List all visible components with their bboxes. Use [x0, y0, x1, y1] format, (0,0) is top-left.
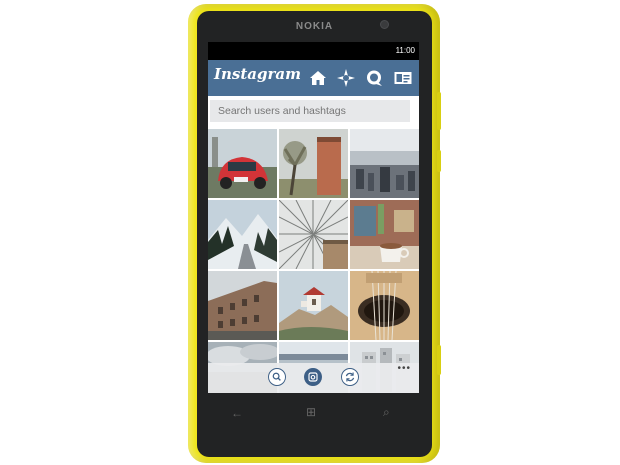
app-bar: ••• [208, 363, 419, 393]
camera-icon[interactable] [304, 368, 322, 386]
camera-shutter-button [437, 345, 441, 375]
photo-tile-old-building[interactable] [208, 271, 277, 340]
search-icon[interactable] [268, 368, 286, 386]
photo-tile-glass-dome[interactable] [279, 200, 348, 269]
search-area [208, 96, 419, 127]
status-bar: 11:00 [208, 42, 419, 60]
app-logo: Instagram [214, 65, 301, 83]
photo-tile-tree-tower[interactable] [279, 129, 348, 198]
volume-button [437, 92, 441, 130]
start-key[interactable]: ⊞ [306, 405, 316, 419]
photo-tile-guitar[interactable] [350, 271, 419, 340]
status-time: 11:00 [395, 46, 415, 55]
search-input[interactable] [210, 100, 410, 122]
photo-tile-red-beetle[interactable] [208, 129, 277, 198]
explore-icon[interactable] [336, 68, 356, 88]
photo-tile-coffee-cup[interactable] [350, 200, 419, 269]
more-menu[interactable]: ••• [397, 363, 411, 374]
phone-screen: 11:00 Instagram Search users and hashtag… [208, 42, 419, 393]
photo-tile-snowy-road[interactable] [208, 200, 277, 269]
photo-tile-aerial-city[interactable] [350, 129, 419, 198]
app-header: Instagram [208, 60, 419, 96]
power-button [437, 150, 441, 172]
brand-label: NOKIA [295, 21, 334, 32]
photo-tile-lighthouse[interactable] [279, 271, 348, 340]
home-icon[interactable] [308, 68, 328, 88]
refresh-icon[interactable] [341, 368, 359, 386]
back-key[interactable]: ← [231, 406, 243, 420]
search-key[interactable]: ⌕ [383, 405, 390, 420]
front-camera [380, 20, 389, 29]
profile-icon[interactable] [393, 68, 413, 88]
news-icon[interactable] [364, 68, 384, 88]
